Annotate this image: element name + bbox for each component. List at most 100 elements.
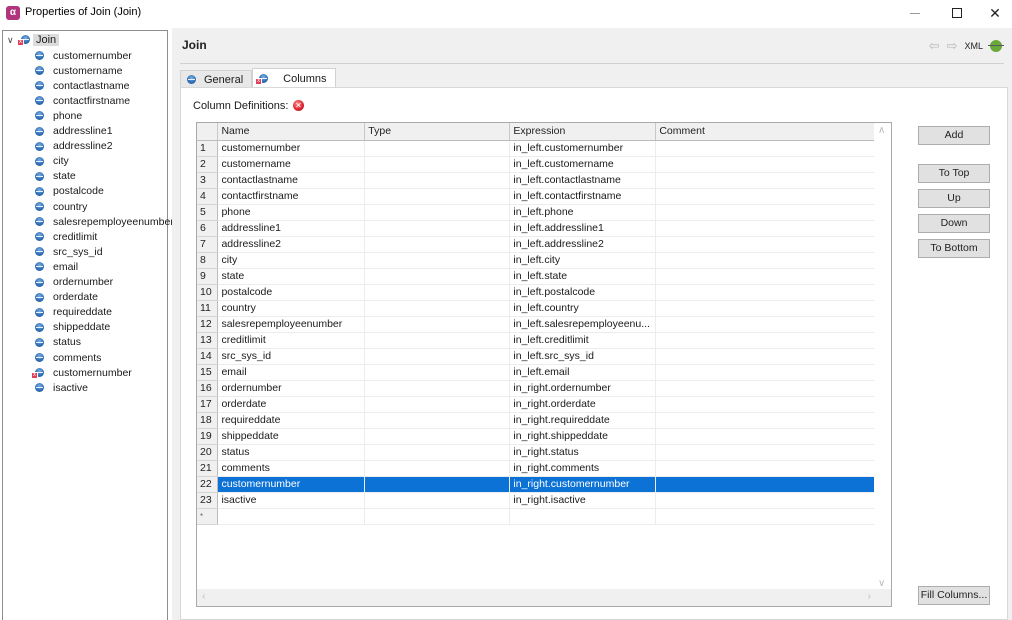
table-row[interactable]: 3 contactlastname in_left.contactlastname — [197, 172, 891, 189]
cell-comment[interactable] — [655, 140, 891, 157]
back-arrow-icon[interactable]: ⇦ — [929, 38, 940, 54]
column-header-comment[interactable]: Comment — [655, 123, 891, 141]
cell-name[interactable]: salesrepemployeenumber — [217, 316, 366, 333]
cell-type[interactable] — [364, 428, 511, 445]
cell-comment[interactable] — [655, 444, 891, 461]
tree-item[interactable]: creditlimit — [35, 229, 97, 244]
cell-name[interactable]: comments — [217, 460, 366, 477]
down-button[interactable]: Down — [918, 214, 990, 233]
cell-comment[interactable] — [655, 492, 891, 509]
new-row-cell[interactable] — [655, 508, 891, 525]
table-row[interactable]: 20 status in_right.status — [197, 444, 891, 461]
horizontal-scrollbar[interactable]: ‹ › — [197, 589, 876, 606]
cell-type[interactable] — [364, 348, 511, 365]
cell-comment[interactable] — [655, 236, 891, 253]
to-top-button[interactable]: To Top — [918, 164, 990, 183]
scroll-right-icon[interactable]: › — [868, 591, 871, 602]
cell-expression[interactable]: in_left.salesrepemployeenu... — [509, 316, 657, 333]
scroll-up-icon[interactable]: ∧ — [878, 125, 885, 136]
tree-item[interactable]: city — [35, 154, 69, 169]
tree-item[interactable]: customername — [35, 63, 122, 78]
cell-expression[interactable]: in_left.customername — [509, 156, 657, 173]
tree-item[interactable]: country — [35, 199, 87, 214]
close-button[interactable]: ✕ — [978, 0, 1012, 26]
cell-comment[interactable] — [655, 204, 891, 221]
cell-expression[interactable]: in_right.shippeddate — [509, 428, 657, 445]
cell-name[interactable]: state — [217, 268, 366, 285]
cell-comment[interactable] — [655, 476, 891, 493]
cell-name[interactable]: src_sys_id — [217, 348, 366, 365]
new-row-cell[interactable] — [364, 508, 511, 525]
cell-type[interactable] — [364, 492, 511, 509]
cell-comment[interactable] — [655, 412, 891, 429]
cell-type[interactable] — [364, 380, 511, 397]
cell-name[interactable]: country — [217, 300, 366, 317]
column-header-type[interactable]: Type — [364, 123, 511, 141]
cell-name[interactable]: orderdate — [217, 396, 366, 413]
column-header-expression[interactable]: Expression — [509, 123, 657, 141]
tree-item[interactable]: requireddate — [35, 305, 112, 320]
cell-comment[interactable] — [655, 428, 891, 445]
vertical-scrollbar[interactable]: ∧ ∨ — [874, 123, 891, 591]
cell-expression[interactable]: in_left.contactfirstname — [509, 188, 657, 205]
tree-item[interactable]: contactlastname — [35, 78, 129, 93]
tree-item[interactable]: ordernumber — [35, 275, 113, 290]
cell-comment[interactable] — [655, 252, 891, 269]
cell-comment[interactable] — [655, 220, 891, 237]
cell-name[interactable]: customernumber — [217, 476, 366, 493]
cell-type[interactable] — [364, 460, 511, 477]
table-row[interactable]: 1 customernumber in_left.customernumber — [197, 140, 891, 157]
new-row-cell[interactable] — [217, 508, 366, 525]
cell-type[interactable] — [364, 364, 511, 381]
table-row[interactable]: 12 salesrepemployeenumber in_left.salesrep… — [197, 316, 891, 333]
tree-item[interactable]: addressline2 — [35, 139, 113, 154]
tab-general[interactable]: General — [180, 70, 253, 88]
debug-bug-icon[interactable] — [988, 40, 1004, 52]
cell-comment[interactable] — [655, 364, 891, 381]
tree-item[interactable]: shippeddate — [35, 320, 110, 335]
cell-name[interactable]: addressline1 — [217, 220, 366, 237]
cell-name[interactable]: requireddate — [217, 412, 366, 429]
cell-name[interactable]: postalcode — [217, 284, 366, 301]
cell-type[interactable] — [364, 204, 511, 221]
cell-name[interactable]: shippeddate — [217, 428, 366, 445]
cell-expression[interactable]: in_left.phone — [509, 204, 657, 221]
cell-name[interactable]: ordernumber — [217, 380, 366, 397]
tree-item[interactable]: phone — [35, 108, 82, 123]
cell-name[interactable]: contactfirstname — [217, 188, 366, 205]
cell-comment[interactable] — [655, 332, 891, 349]
new-row-cell[interactable] — [509, 508, 657, 525]
table-row[interactable]: 17 orderdate in_right.orderdate — [197, 396, 891, 413]
table-row[interactable]: 13 creditlimit in_left.creditlimit — [197, 332, 891, 349]
cell-name[interactable]: contactlastname — [217, 172, 366, 189]
cell-name[interactable]: creditlimit — [217, 332, 366, 349]
column-header-name[interactable]: Name — [217, 123, 366, 141]
cell-type[interactable] — [364, 476, 511, 493]
table-row[interactable]: 14 src_sys_id in_left.src_sys_id — [197, 348, 891, 365]
cell-name[interactable]: customername — [217, 156, 366, 173]
cell-comment[interactable] — [655, 300, 891, 317]
cell-expression[interactable]: in_right.requireddate — [509, 412, 657, 429]
table-row[interactable]: 6 addressline1 in_left.addressline1 — [197, 220, 891, 237]
cell-comment[interactable] — [655, 460, 891, 477]
cell-expression[interactable]: in_left.creditlimit — [509, 332, 657, 349]
table-row[interactable]: 8 city in_left.city — [197, 252, 891, 269]
cell-expression[interactable]: in_right.isactive — [509, 492, 657, 509]
tree-item[interactable]: comments — [35, 350, 101, 365]
cell-name[interactable]: status — [217, 444, 366, 461]
maximize-button[interactable] — [940, 0, 974, 26]
chevron-down-icon[interactable]: ∨ — [7, 35, 17, 46]
cell-comment[interactable] — [655, 156, 891, 173]
cell-comment[interactable] — [655, 380, 891, 397]
cell-type[interactable] — [364, 300, 511, 317]
tree-item[interactable]: customernumber — [31, 365, 132, 380]
table-row[interactable]: 2 customername in_left.customername — [197, 156, 891, 173]
cell-expression[interactable]: in_left.src_sys_id — [509, 348, 657, 365]
fill-columns-button[interactable]: Fill Columns... — [918, 586, 990, 605]
cell-expression[interactable]: in_right.comments — [509, 460, 657, 477]
cell-type[interactable] — [364, 156, 511, 173]
new-row[interactable]: * — [197, 508, 891, 525]
table-row[interactable]: 23 isactive in_right.isactive — [197, 492, 891, 509]
cell-type[interactable] — [364, 252, 511, 269]
cell-name[interactable]: isactive — [217, 492, 366, 509]
